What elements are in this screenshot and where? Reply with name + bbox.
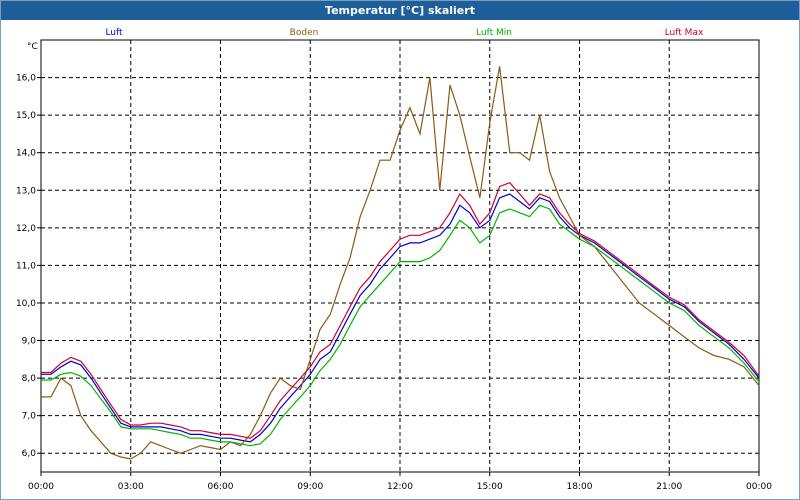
y-tick-label: 7,0 bbox=[22, 412, 37, 422]
chart-window: Temperatur [°C] skaliert 6,0 7,0 8,0 9,0 10,… bbox=[0, 0, 800, 500]
x-tick-time-label: 00:00 bbox=[746, 482, 772, 492]
x-tick-time-label: 03:00 bbox=[118, 482, 144, 492]
x-tick-time-label: 06:00 bbox=[208, 482, 234, 492]
legend-entry: Luft Min bbox=[476, 28, 512, 38]
legend-entry: Luft Max bbox=[665, 28, 704, 38]
y-axis-ticks: 6,0 7,0 8,0 9,0 10,0 11,0 12,0 13,0 14,0 15,0 16,0 bbox=[16, 74, 41, 459]
x-tick-time-label: 12:00 bbox=[387, 482, 413, 492]
x-tick-time-label: 21:00 bbox=[656, 482, 682, 492]
y-tick-label: 11,0 bbox=[16, 261, 36, 271]
chart-title: Temperatur [°C] skaliert bbox=[1, 1, 799, 20]
x-tick-time-label: 18:00 bbox=[567, 482, 593, 492]
x-axis-ticks: 00:0001.05.2103:0001.05.2106:0001.05.210… bbox=[28, 472, 772, 492]
legend: Luft Boden Luft Min Luft Max bbox=[105, 28, 704, 38]
x-tick-time-label: 00:00 bbox=[28, 482, 54, 492]
x-tick-time-label: 09:00 bbox=[297, 482, 323, 492]
y-axis-unit: °C bbox=[27, 42, 38, 52]
y-tick-label: 15,0 bbox=[16, 111, 36, 121]
x-tick-time-label: 15:00 bbox=[477, 482, 503, 492]
y-tick-label: 8,0 bbox=[22, 374, 37, 384]
y-tick-label: 9,0 bbox=[22, 337, 37, 347]
legend-entry: Boden bbox=[290, 28, 319, 38]
y-tick-label: 14,0 bbox=[16, 149, 36, 159]
y-tick-label: 10,0 bbox=[16, 299, 36, 309]
legend-entry: Luft bbox=[105, 28, 123, 38]
temperature-chart: 6,0 7,0 8,0 9,0 10,0 11,0 12,0 13,0 14,0 15,0 16,0… bbox=[16, 28, 772, 492]
y-tick-label: 12,0 bbox=[16, 224, 36, 234]
y-tick-label: 13,0 bbox=[16, 186, 36, 196]
y-tick-label: 16,0 bbox=[16, 74, 36, 84]
y-tick-label: 6,0 bbox=[22, 449, 37, 459]
